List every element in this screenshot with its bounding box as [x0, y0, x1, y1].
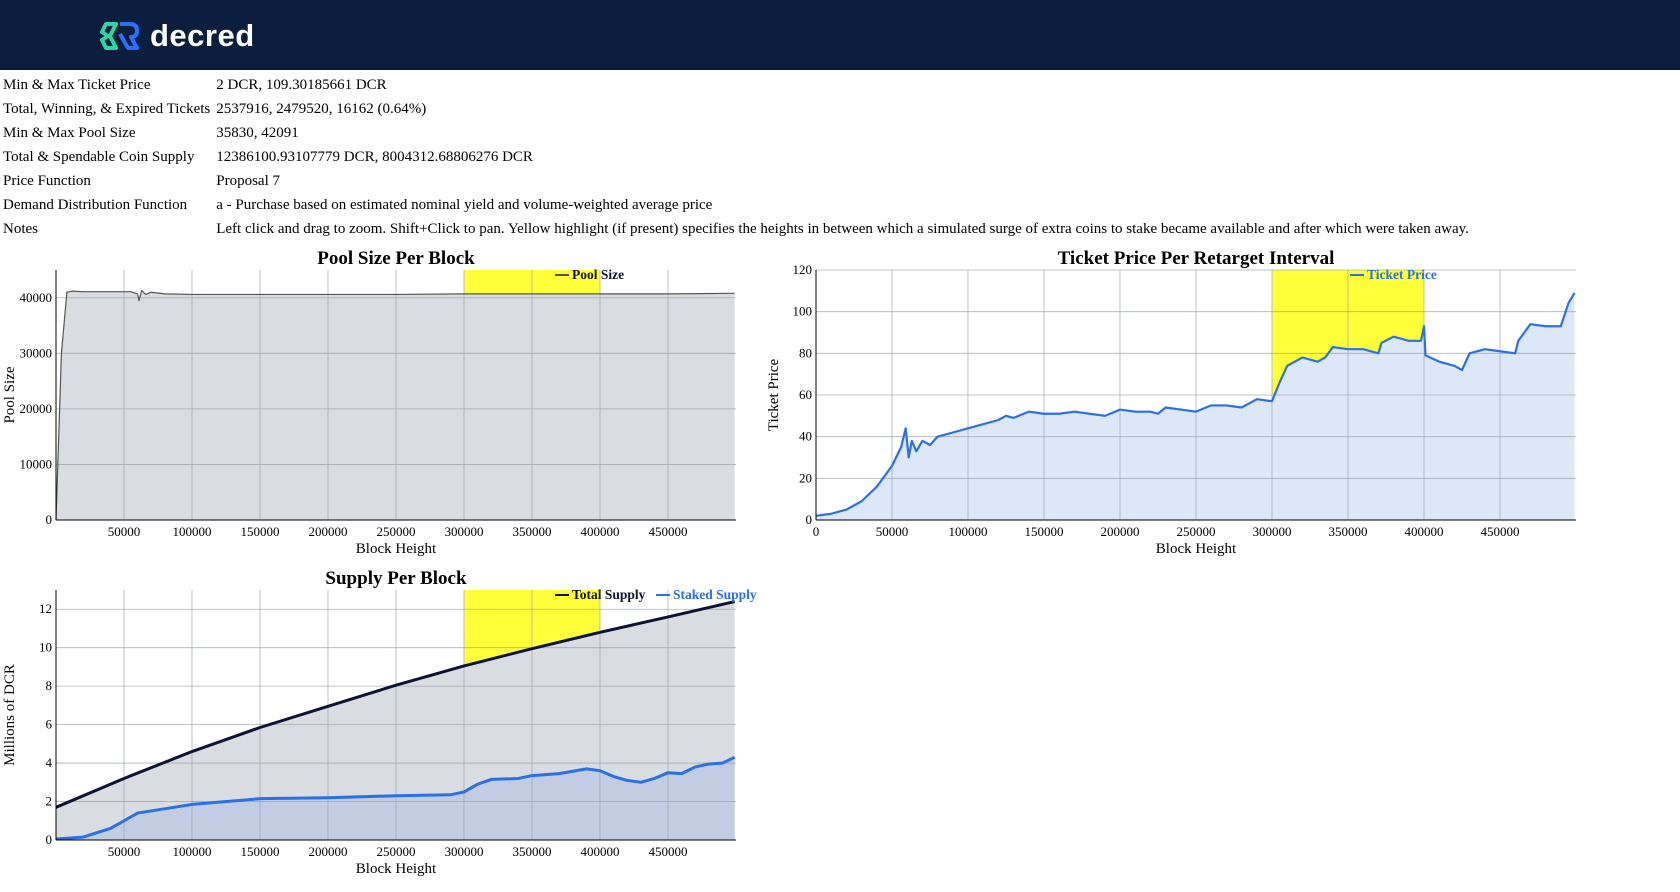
x-tick-label: 50000 [876, 524, 909, 539]
decred-logo[interactable]: decred [100, 17, 255, 55]
info-value: Proposal 7 [216, 173, 280, 189]
x-tick-label: 350000 [1329, 524, 1368, 539]
x-axis-label: Block Height [356, 541, 437, 557]
x-tick-label: 250000 [1177, 524, 1216, 539]
y-tick-label: 10000 [20, 456, 53, 471]
info-row: Price Function Proposal 7 [0, 169, 1472, 193]
info-row: Demand Distribution Function a - Purchase… [0, 193, 1472, 217]
info-row: Total, Winning, & Expired Tickets 2537916… [0, 97, 1472, 121]
x-tick-label: 200000 [1101, 524, 1140, 539]
info-value: 12386100.93107779 DCR, 8004312.68806276 … [216, 149, 533, 165]
y-tick-label: 20 [799, 470, 812, 485]
y-tick-label: 12 [39, 601, 52, 616]
legend-label: Total Supply [572, 587, 646, 602]
x-tick-label: 400000 [581, 524, 620, 539]
info-row: Notes Left click and drag to zoom. Shift+… [0, 217, 1472, 241]
info-label: Price Function [3, 173, 91, 189]
y-tick-label: 0 [46, 832, 53, 847]
legend-label: Pool Size [572, 267, 624, 282]
info-label: Total & Spendable Coin Supply [3, 149, 195, 165]
y-axis-label: Ticket Price [766, 358, 782, 431]
legend-label: Ticket Price [1367, 267, 1437, 282]
chart-title: Supply Per Block [325, 568, 467, 589]
ticket-price-chart[interactable]: Ticket Price Per Retarget Interval 0 50000… [760, 240, 1680, 560]
info-label: Demand Distribution Function [3, 197, 188, 213]
info-label: Total, Winning, & Expired Tickets [3, 101, 211, 117]
x-tick-label: 200000 [309, 844, 348, 859]
y-tick-label: 0 [806, 512, 813, 527]
x-tick-label: 150000 [241, 844, 280, 859]
y-tick-label: 30000 [20, 345, 53, 360]
x-tick-label: 300000 [445, 844, 484, 859]
x-tick-label: 400000 [1405, 524, 1444, 539]
y-tick-label: 20000 [20, 401, 53, 416]
x-tick-label: 50000 [108, 844, 141, 859]
x-tick-label: 150000 [241, 524, 280, 539]
series-area-fill [56, 290, 735, 520]
y-tick-label: 8 [46, 678, 53, 693]
x-tick-label: 450000 [649, 844, 688, 859]
chart-title: Ticket Price Per Retarget Interval [1058, 248, 1335, 269]
chart-svg: Supply Per Block 50000 100000 150000 200000 2… [2, 568, 757, 877]
chart-svg: Ticket Price Per Retarget Interval 0 50000… [766, 248, 1576, 557]
decred-logo-icon [100, 22, 139, 50]
info-value: 35830, 42091 [216, 125, 299, 141]
info-label: Min & Max Pool Size [3, 125, 136, 141]
top-bar: decred [0, 0, 1680, 70]
info-value: Left click and drag to zoom. Shift+Click… [216, 221, 1469, 237]
x-tick-label: 200000 [309, 524, 348, 539]
y-axis-label: Millions of DCR [2, 664, 18, 766]
x-tick-label: 100000 [173, 524, 212, 539]
x-tick-label: 400000 [581, 844, 620, 859]
info-label: Min & Max Ticket Price [3, 77, 151, 93]
x-tick-label: 50000 [108, 524, 141, 539]
chart-title: Pool Size Per Block [317, 248, 475, 269]
y-tick-label: 80 [799, 345, 812, 360]
y-tick-label: 4 [46, 755, 53, 770]
x-tick-label: 300000 [445, 524, 484, 539]
x-tick-label: 250000 [377, 524, 416, 539]
y-tick-label: 40000 [20, 290, 53, 305]
y-tick-label: 2 [46, 794, 53, 809]
x-tick-label: 250000 [377, 844, 416, 859]
x-tick-label: 350000 [513, 524, 552, 539]
x-axis-label: Block Height [1156, 541, 1237, 557]
x-axis-label: Block Height [356, 861, 437, 877]
x-tick-label: 150000 [1025, 524, 1064, 539]
x-tick-label: 100000 [173, 844, 212, 859]
chart-svg: Pool Size Per Block50000 100000 150000 2000… [2, 248, 736, 557]
x-tick-label: 450000 [1481, 524, 1520, 539]
y-axis-label: Pool Size [2, 366, 18, 423]
series-area-fill [816, 292, 1575, 520]
y-tick-label: 0 [46, 512, 53, 527]
info-row: Min & Max Ticket Price 2 DCR, 109.3018566… [0, 73, 1472, 97]
x-tick-label: 100000 [949, 524, 988, 539]
info-label: Notes [3, 221, 38, 237]
supply-chart[interactable]: Supply Per Block 50000 100000 150000 200000 2… [0, 560, 760, 880]
x-tick-label: 450000 [649, 524, 688, 539]
legend-label: Staked Supply [673, 587, 757, 602]
y-tick-label: 120 [793, 262, 813, 277]
y-tick-label: 6 [46, 717, 53, 732]
pool-size-chart[interactable]: Pool Size Per Block 50000 100000 150000 2000… [0, 240, 760, 560]
info-value: a - Purchase based on estimated nominal … [216, 197, 713, 213]
x-tick-label: 0 [813, 524, 820, 539]
brand-name: decred [150, 18, 255, 53]
simulation-info-table: Min & Max Ticket Price 2 DCR, 109.3018566… [0, 73, 1472, 241]
chart-legend: Total Supply Staked Supply [555, 587, 757, 602]
info-row: Min & Max Pool Size 35830, 42091 [0, 121, 1472, 145]
y-tick-label: 40 [799, 429, 812, 444]
info-row: Total & Spendable Coin Supply 12386100.93… [0, 145, 1472, 169]
info-value: 2 DCR, 109.30185661 DCR [216, 77, 387, 93]
x-tick-label: 350000 [513, 844, 552, 859]
y-tick-label: 60 [799, 387, 812, 402]
y-tick-label: 10 [39, 640, 52, 655]
info-value: 2537916, 2479520, 16162 (0.64%) [216, 101, 427, 117]
x-tick-label: 300000 [1253, 524, 1292, 539]
y-tick-label: 100 [793, 304, 813, 319]
